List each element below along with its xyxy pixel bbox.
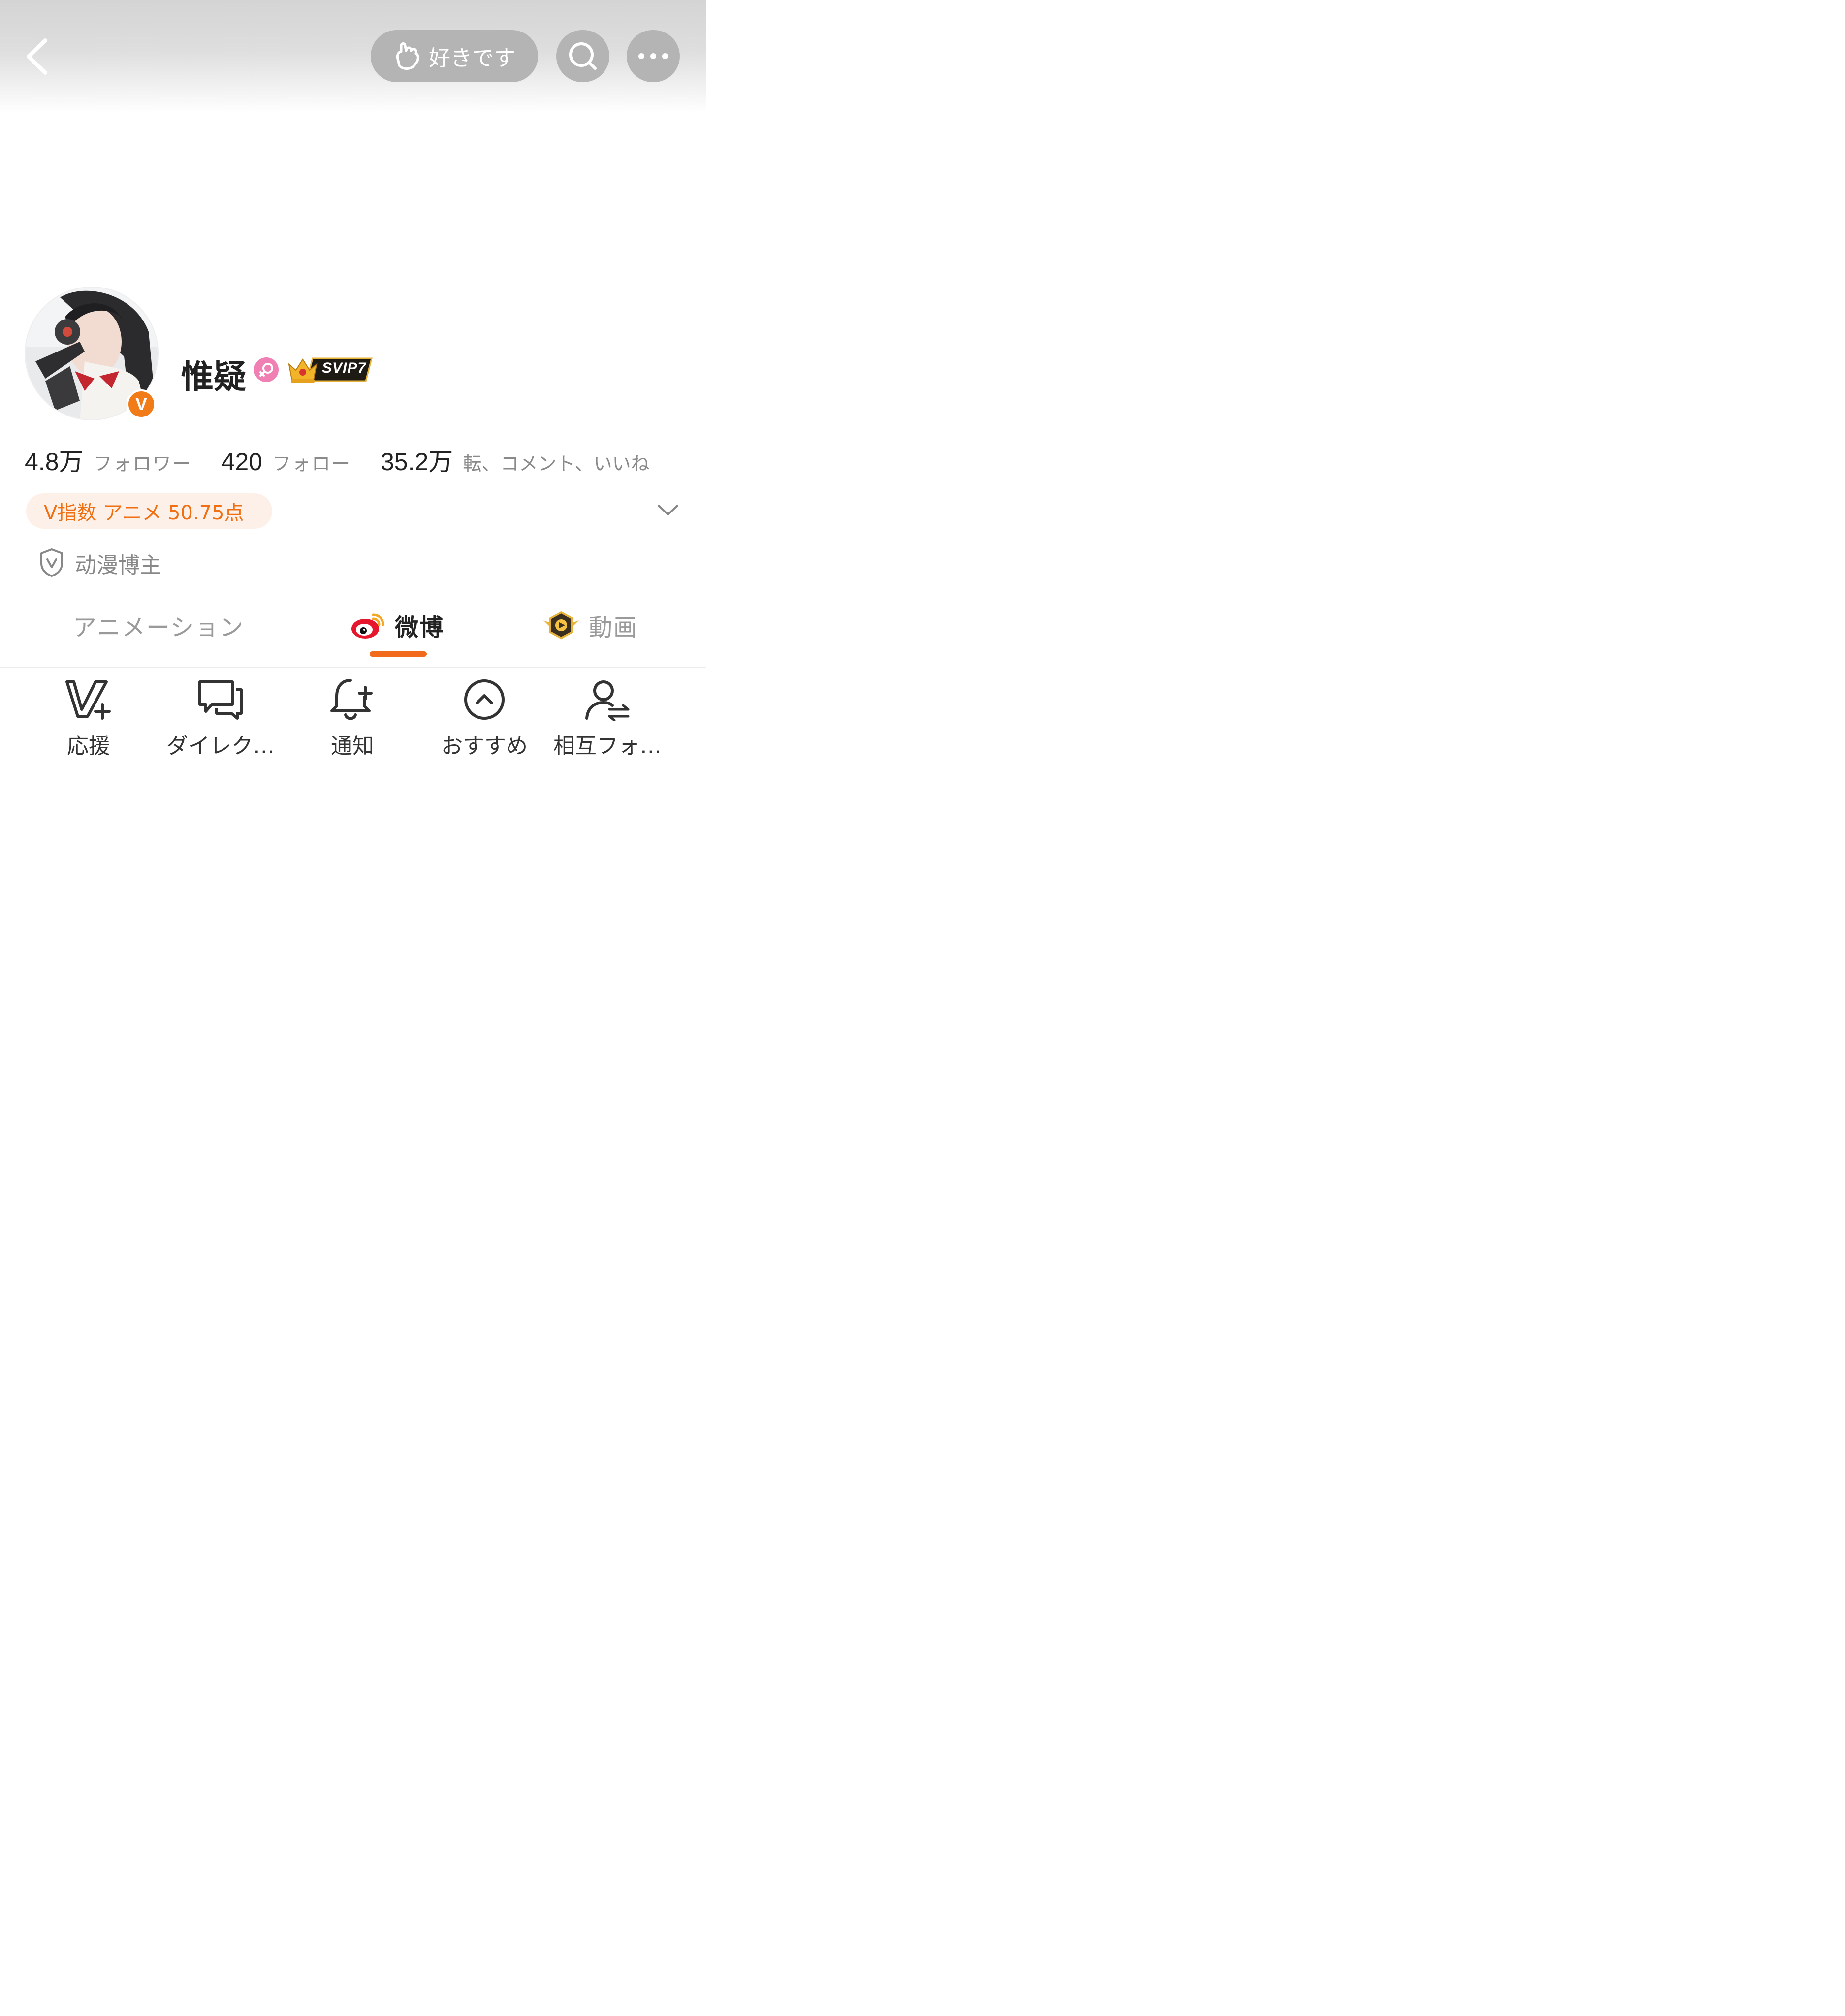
chevron-down-icon[interactable] [656, 500, 680, 519]
user-exchange-icon [585, 680, 630, 721]
action-recommend[interactable]: おすすめ [430, 676, 539, 760]
search-icon [569, 42, 597, 70]
female-icon [254, 357, 279, 382]
shield-v-icon [40, 548, 63, 577]
like-button[interactable]: 好きです [371, 30, 538, 82]
active-tab-indicator [370, 651, 427, 657]
tab-video[interactable]: 動画 [542, 608, 638, 642]
stat-interactions[interactable]: 35.2万 転、コメント、いいね [381, 442, 650, 478]
action-support[interactable]: 応援 [34, 676, 143, 760]
interactions-label: 転、コメント、いいね [463, 453, 650, 475]
chat-icon [198, 680, 243, 720]
more-button[interactable] [627, 30, 680, 82]
video-badge-icon [543, 611, 579, 640]
chevron-left-icon [27, 38, 47, 75]
interactions-count: 35.2万 [380, 448, 453, 476]
verified-badge: V [127, 389, 156, 419]
svip-label: SVIP7 [322, 360, 367, 376]
certification-label: 动漫博主 [75, 553, 161, 578]
tab-animation-label: アニメーション [73, 614, 245, 641]
tab-video-label: 動画 [589, 614, 638, 641]
v-plus-icon [65, 680, 111, 720]
followers-count: 4.8万 [25, 448, 84, 476]
action-direct-message[interactable]: ダイレク… [166, 676, 275, 760]
action-notification-label: 通知 [331, 734, 374, 759]
stats-row: 4.8万 フォロワー 420 フォロー 35.2万 転、コメント、いいね [25, 442, 650, 476]
action-mutual-follow-label: 相互フォ… [553, 734, 662, 759]
more-icon [638, 53, 668, 59]
weibo-icon [351, 613, 384, 639]
tab-animation[interactable]: アニメーション [73, 608, 244, 642]
divider [0, 667, 706, 668]
followers-label: フォロワー [93, 453, 192, 475]
action-direct-message-label: ダイレク… [166, 734, 275, 759]
action-mutual-follow[interactable]: 相互フォ… [553, 676, 662, 760]
tab-weibo-label: 微博 [395, 614, 445, 641]
following-count: 420 [221, 448, 262, 476]
thumb-icon [396, 42, 419, 70]
stat-followers[interactable]: 4.8万 フォロワー [25, 442, 192, 478]
action-recommend-label: おすすめ [441, 734, 528, 759]
search-button[interactable] [556, 30, 609, 82]
action-notification[interactable]: 通知 [298, 676, 407, 760]
stat-following[interactable]: 420 フォロー [222, 448, 351, 476]
v-index-label: V指数 アニメ 50.75点 [44, 502, 244, 524]
bell-plus-icon [330, 679, 373, 720]
tab-weibo[interactable]: 微博 [350, 608, 444, 642]
back-button[interactable] [20, 37, 54, 76]
circle-chevron-up-icon [464, 679, 505, 720]
following-label: フォロー [272, 453, 351, 475]
action-support-label: 応援 [67, 734, 110, 759]
like-label: 好きです [429, 46, 515, 71]
v-index-badge[interactable]: V指数 アニメ 50.75点 [26, 493, 272, 529]
username: 惟疑 [181, 358, 246, 396]
